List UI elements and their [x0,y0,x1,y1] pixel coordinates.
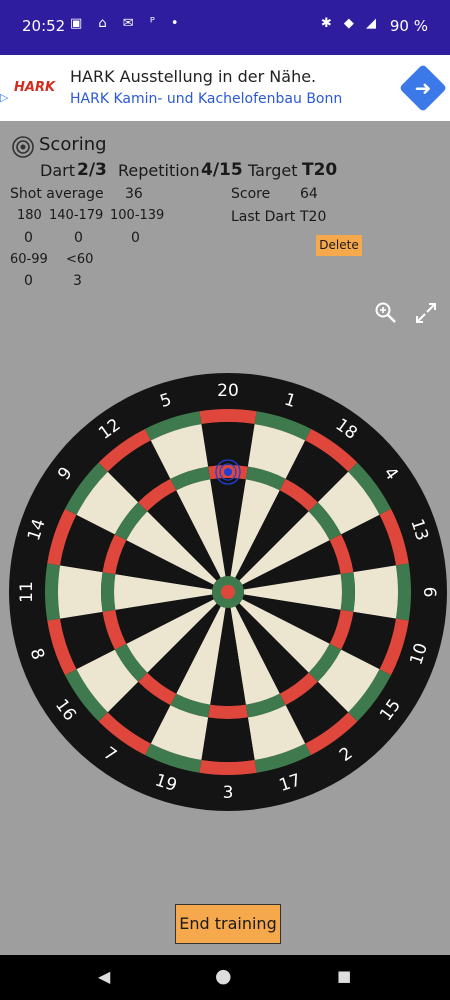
zoom-in-icon[interactable] [374,301,398,325]
range-180-value: 0 [24,230,33,246]
directions-glyph: ➜ [414,76,432,100]
bullseye[interactable] [221,585,235,599]
dart-value: 2/3 [77,160,107,180]
score-value: 64 [300,186,318,202]
page-title: Scoring [39,134,107,155]
ad-banner[interactable]: ▷ HARK HARK Ausstellung in der Nähe. HAR… [0,55,450,121]
range-under-60-value: 3 [73,273,82,289]
dart-label: Dart [40,161,75,180]
segment-number: 11 [17,581,37,603]
repetition-value: 4/15 [201,160,243,180]
triple-segment[interactable] [101,572,116,612]
ad-logo: HARK [14,80,56,95]
single-segment[interactable] [58,565,103,619]
last-dart-value: T20 [300,209,327,225]
range-140-179-label: 140-179 [49,208,104,223]
target-value: T20 [302,160,338,180]
range-60-99-label: 60-99 [10,252,48,267]
double-segment[interactable] [199,759,257,775]
segment-number: 3 [223,783,234,803]
range-140-179-value: 0 [74,230,83,246]
segment-number: 6 [419,587,439,598]
end-training-button[interactable]: End training [175,904,281,944]
last-dart-label: Last Dart [231,209,296,225]
home-icon[interactable]: ● [215,965,232,987]
fullscreen-icon[interactable] [414,301,438,325]
single-segment[interactable] [201,717,255,762]
status-bar: 20:52 ▣ ⌂ ✉ ᴾ • ✱ ◆ ◢ 90 % [0,0,450,55]
adchoices-icon[interactable]: ▷ [0,91,8,104]
shot-average-value: 36 [125,186,143,202]
segment-number: 20 [217,381,239,401]
range-180-label: 180 [17,208,42,223]
target-icon [12,136,34,158]
range-under-60-label: <60 [66,252,94,267]
target-label: Target [248,161,298,180]
score-label: Score [231,186,271,202]
ad-subtitle[interactable]: HARK Kamin- und Kachelofenbau Bonn [70,91,342,107]
dart-marker [224,468,232,476]
range-60-99-value: 0 [24,273,33,289]
directions-icon[interactable]: ➜ [398,63,448,113]
single-segment[interactable] [353,565,398,619]
triple-segment[interactable] [340,572,355,612]
recents-icon[interactable]: ■ [337,967,351,985]
double-segment[interactable] [45,563,61,621]
status-time: 20:52 [22,17,66,35]
back-icon[interactable]: ◀ [98,967,110,986]
ad-title[interactable]: HARK Ausstellung in der Nähe. [70,67,316,86]
double-segment[interactable] [395,563,411,621]
double-segment[interactable] [199,409,257,425]
range-100-139-value: 0 [131,230,140,246]
notification-icons: ▣ ⌂ ✉ ᴾ • [70,16,185,31]
repetition-label: Repetition [118,161,200,180]
battery-indicator: 90 % [389,17,428,35]
navigation-bar: ◀ ● ■ [0,955,450,1000]
triple-segment[interactable] [208,704,248,719]
delete-button[interactable]: Delete [316,235,362,256]
shot-average-label: Shot average [10,186,104,202]
dartboard[interactable]: 20 11841361015217319716811149125 [8,372,448,812]
range-100-139-label: 100-139 [110,208,165,223]
signal-icons: ✱ ◆ ◢ [320,16,380,31]
